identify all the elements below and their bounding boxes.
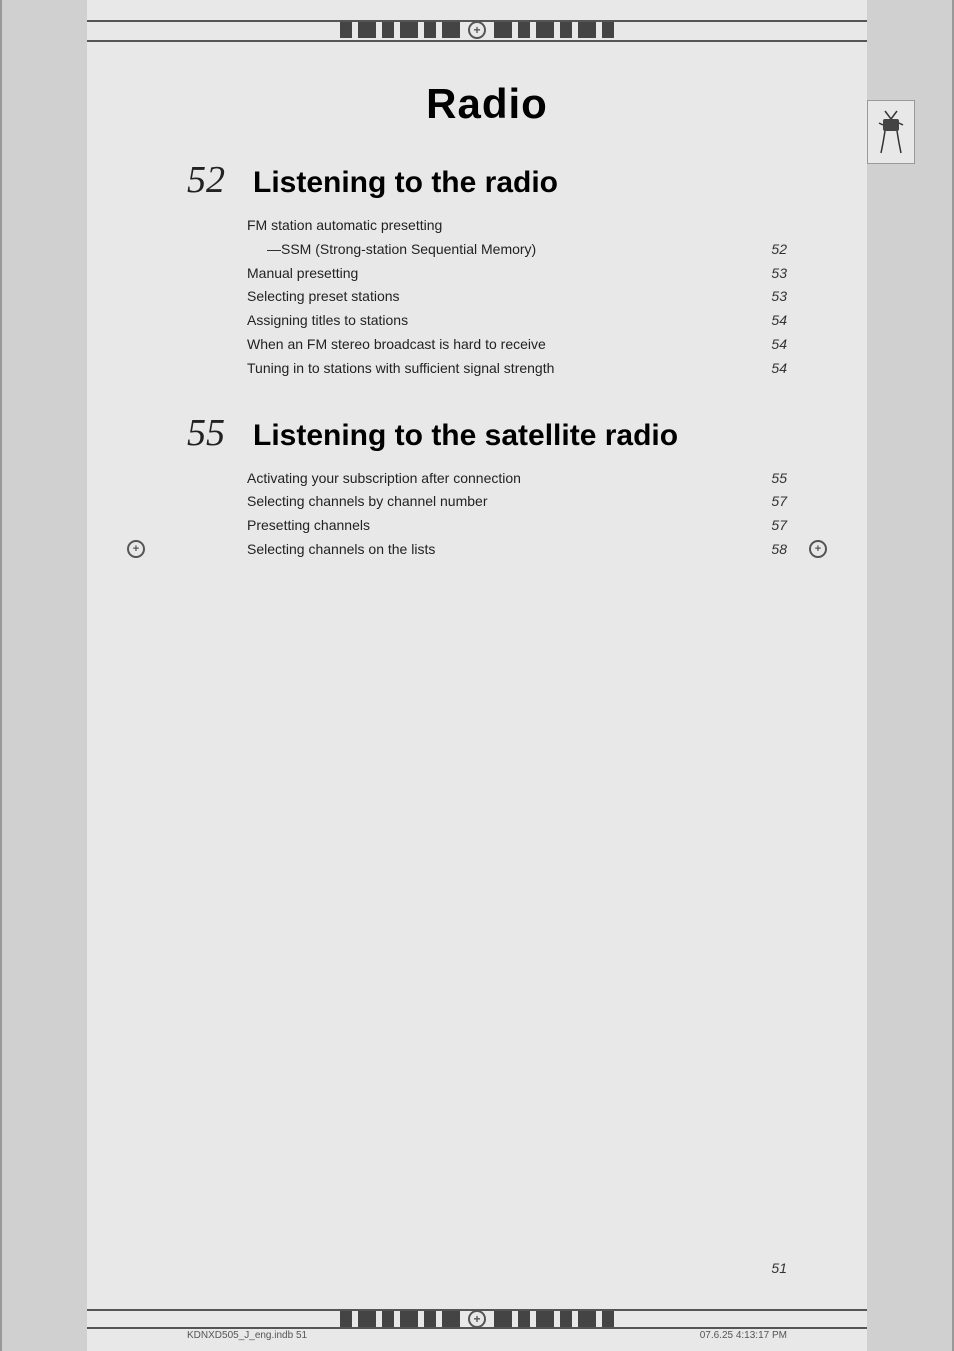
seg xyxy=(400,22,418,38)
seg xyxy=(560,22,572,38)
toc-page: 53 xyxy=(762,262,787,286)
toc-item: Activating your subscription after conne… xyxy=(247,467,787,491)
toc-item-text: When an FM stereo broadcast is hard to r… xyxy=(247,333,762,357)
toc-item-text: Selecting channels on the lists xyxy=(247,538,762,562)
content-area: Radio 52 Listening to the radio FM stati… xyxy=(87,60,867,612)
top-center-circle xyxy=(468,21,486,39)
toc-page: 54 xyxy=(762,357,787,381)
toc-item: FM station automatic presetting xyxy=(247,214,787,238)
top-border xyxy=(87,0,867,60)
toc-page: 54 xyxy=(762,309,787,333)
section-1: 52 Listening to the radio FM station aut… xyxy=(187,158,787,381)
seg xyxy=(340,1311,352,1327)
seg xyxy=(536,22,554,38)
toc-item: —SSM (Strong-station Sequential Memory) … xyxy=(247,238,787,262)
toc-item: Assigning titles to stations 54 xyxy=(247,309,787,333)
seg xyxy=(560,1311,572,1327)
toc-item: Selecting channels by channel number 57 xyxy=(247,490,787,514)
toc-item-text: FM station automatic presetting xyxy=(247,214,762,238)
left-border xyxy=(0,0,2,1351)
toc-item: Tuning in to stations with sufficient si… xyxy=(247,357,787,381)
toc-page: 58 xyxy=(762,538,787,562)
footer-left: KDNXD505_J_eng.indb 51 xyxy=(187,1330,307,1341)
toc-item-text: Tuning in to stations with sufficient si… xyxy=(247,357,762,381)
toc-item: Presetting channels 57 xyxy=(247,514,787,538)
seg xyxy=(400,1311,418,1327)
section-1-title: Listening to the radio xyxy=(253,166,558,200)
toc-page: 55 xyxy=(762,467,787,491)
section-1-number: 52 xyxy=(187,158,237,202)
paper: Radio 52 Listening to the radio FM stati… xyxy=(87,0,867,1351)
tab-svg-icon xyxy=(875,109,907,155)
section-2-header: 55 Listening to the satellite radio xyxy=(187,411,787,455)
seg xyxy=(382,22,394,38)
bottom-center-circle xyxy=(468,1310,486,1328)
page-number: 51 xyxy=(771,1260,787,1276)
toc-item-text: Assigning titles to stations xyxy=(247,309,762,333)
seg xyxy=(382,1311,394,1327)
bottom-strip xyxy=(117,1311,837,1327)
toc-item-text: Presetting channels xyxy=(247,514,762,538)
seg xyxy=(518,22,530,38)
bottom-area: KDNXD505_J_eng.indb 51 07.6.25 4:13:17 P… xyxy=(87,1291,867,1351)
toc-item-text: Activating your subscription after conne… xyxy=(247,467,762,491)
left-segments xyxy=(338,22,462,38)
seg xyxy=(494,22,512,38)
seg xyxy=(602,22,614,38)
top-strip xyxy=(117,22,837,38)
toc-page: 53 xyxy=(762,285,787,309)
toc-page: 57 xyxy=(762,514,787,538)
seg xyxy=(494,1311,512,1327)
right-tab xyxy=(867,100,915,164)
section-2-toc: Activating your subscription after conne… xyxy=(247,467,787,562)
seg xyxy=(340,22,352,38)
seg xyxy=(602,1311,614,1327)
section-2-title: Listening to the satellite radio xyxy=(253,419,678,453)
seg xyxy=(578,1311,596,1327)
section-2: 55 Listening to the satellite radio Acti… xyxy=(187,411,787,562)
section-1-header: 52 Listening to the radio xyxy=(187,158,787,202)
seg xyxy=(578,22,596,38)
toc-page: 52 xyxy=(762,238,787,262)
right-segments xyxy=(492,22,616,38)
seg xyxy=(424,22,436,38)
radio-icon xyxy=(873,107,909,157)
left-margin-circle xyxy=(127,540,145,558)
seg xyxy=(358,1311,376,1327)
bottom-left-segments xyxy=(338,1311,462,1327)
page-title: Radio xyxy=(187,80,787,128)
right-margin-circle xyxy=(809,540,827,558)
footer-right: 07.6.25 4:13:17 PM xyxy=(700,1330,787,1341)
seg xyxy=(442,22,460,38)
seg xyxy=(424,1311,436,1327)
toc-item: Manual presetting 53 xyxy=(247,262,787,286)
toc-item-text: Selecting channels by channel number xyxy=(247,490,762,514)
toc-item-text: Manual presetting xyxy=(247,262,762,286)
seg xyxy=(358,22,376,38)
toc-item-text: —SSM (Strong-station Sequential Memory) xyxy=(247,238,762,262)
seg xyxy=(518,1311,530,1327)
section-2-number: 55 xyxy=(187,411,237,455)
toc-item: Selecting preset stations 53 xyxy=(247,285,787,309)
bottom-right-segments xyxy=(492,1311,616,1327)
seg xyxy=(536,1311,554,1327)
toc-page: 57 xyxy=(762,490,787,514)
toc-item: When an FM stereo broadcast is hard to r… xyxy=(247,333,787,357)
toc-item: Selecting channels on the lists 58 xyxy=(247,538,787,562)
page: Radio 52 Listening to the radio FM stati… xyxy=(0,0,954,1351)
toc-item-text: Selecting preset stations xyxy=(247,285,762,309)
seg xyxy=(442,1311,460,1327)
border-line-2 xyxy=(87,40,867,42)
toc-page: 54 xyxy=(762,333,787,357)
section-1-toc: FM station automatic presetting —SSM (St… xyxy=(247,214,787,381)
